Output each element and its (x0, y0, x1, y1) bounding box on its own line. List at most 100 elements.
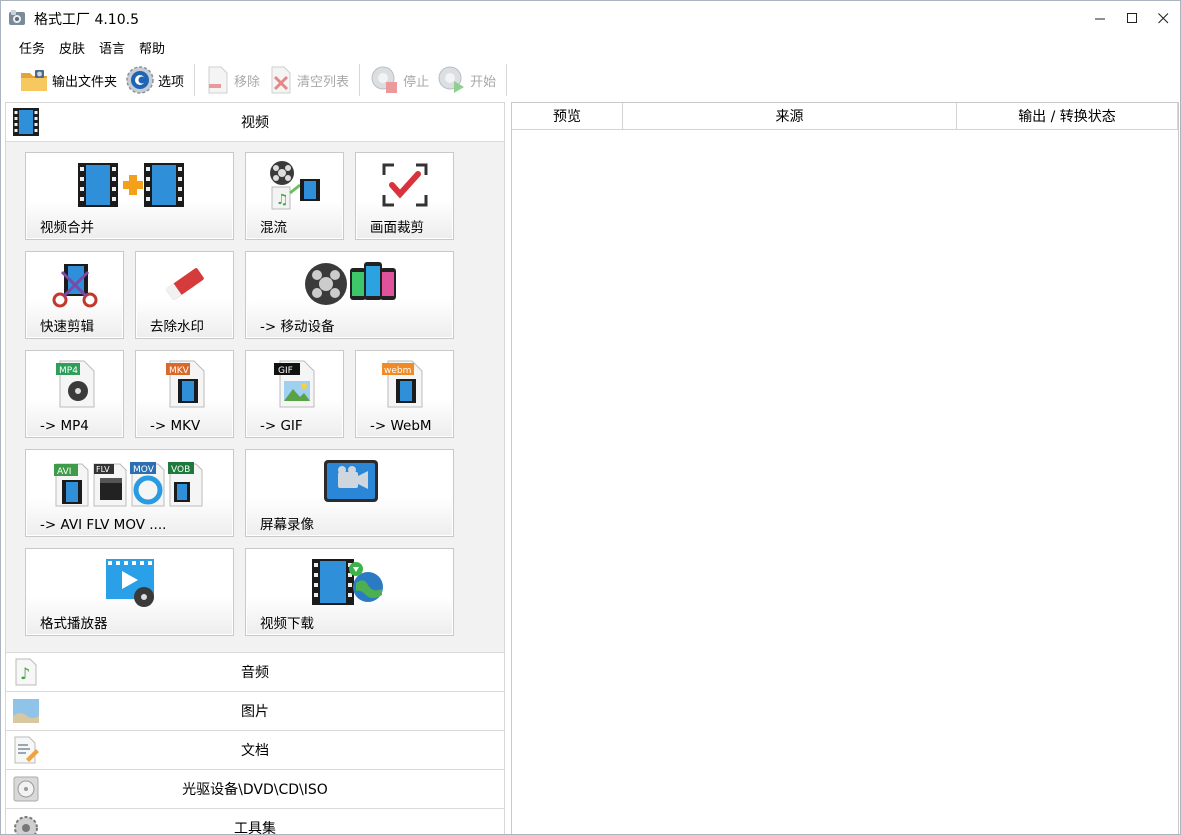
gif-badge: GIF (278, 366, 293, 376)
menu-language[interactable]: 语言 (92, 35, 132, 57)
mux-icon: ♫ (270, 161, 320, 210)
menu-bar: 任务 皮肤 语言 帮助 (1, 35, 1180, 57)
clear-list-button[interactable]: 清空列表 (264, 61, 353, 99)
tile-mp4[interactable]: MP4 -> MP4 (25, 350, 124, 438)
video-tools-grid: 视频合并 ♫ 混流 画面裁剪 快速剪辑 去除水印 -> 移动设备 MP4 -> … (6, 142, 504, 653)
tile-mp4-label: -> MP4 (40, 418, 89, 434)
maximize-button[interactable] (1117, 1, 1147, 35)
menu-skin[interactable]: 皮肤 (52, 35, 92, 57)
tile-gif[interactable]: GIF -> GIF (245, 350, 344, 438)
clear-list-label: 清空列表 (297, 74, 350, 90)
category-rom-device[interactable]: 光驱设备\DVD\CD\ISO (6, 770, 504, 809)
screen-record-icon (324, 460, 378, 502)
tile-video-merge-label: 视频合并 (40, 220, 94, 236)
mov-badge: MOV (133, 465, 155, 475)
tile-crop[interactable]: 画面裁剪 (355, 152, 454, 240)
close-icon (1157, 12, 1168, 23)
column-output-status[interactable]: 输出 / 转换状态 (957, 103, 1178, 130)
category-tools[interactable]: 工具集 (6, 809, 504, 835)
minimize-button[interactable] (1085, 1, 1115, 35)
tile-gif-label: -> GIF (260, 418, 303, 434)
tile-format-player-label: 格式播放器 (40, 616, 108, 632)
menu-help[interactable]: 帮助 (132, 35, 172, 57)
toolbar: 输出文件夹 选项 移除 清空列表 停止 开始 (1, 61, 1180, 99)
column-source[interactable]: 来源 (623, 103, 957, 130)
toolbox-icon (14, 816, 38, 834)
tile-video-download[interactable]: 视频下载 (245, 548, 454, 636)
options-button[interactable]: 选项 (121, 61, 188, 99)
remove-file-icon (208, 66, 228, 94)
stop-icon (371, 66, 398, 93)
tile-crop-label: 画面裁剪 (370, 220, 424, 236)
category-document-label: 文档 (241, 743, 269, 759)
music-note-icon: ♪ (15, 658, 37, 686)
toolbar-divider (506, 64, 508, 96)
tile-mkv-label: -> MKV (150, 418, 201, 434)
tile-mobile-device-label: -> 移动设备 (260, 319, 335, 335)
multi-format-icon: AVI FLV MOV VOB (54, 462, 203, 507)
category-tools-label: 工具集 (234, 821, 276, 835)
stop-label: 停止 (403, 74, 430, 90)
webm-file-icon: webm (382, 360, 423, 408)
tile-remove-watermark[interactable]: 去除水印 (135, 251, 234, 339)
start-icon (438, 66, 465, 93)
column-preview[interactable]: 预览 (512, 103, 623, 130)
category-audio[interactable]: ♪ 音频 (6, 653, 504, 692)
mkv-file-icon: MKV (166, 360, 205, 408)
output-folder-button[interactable]: 输出文件夹 (15, 61, 121, 99)
tile-video-merge[interactable]: 视频合并 (25, 152, 234, 240)
disc-drive-icon (13, 776, 39, 802)
avi-badge: AVI (57, 467, 71, 477)
video-download-icon (312, 559, 383, 605)
close-button[interactable] (1148, 1, 1178, 35)
tile-screen-record-label: 屏幕录像 (260, 517, 314, 533)
maximize-icon (1126, 12, 1137, 23)
tile-avi-flv-mov-label: -> AVI FLV MOV .... (40, 517, 167, 533)
crop-check-icon (382, 163, 428, 207)
tile-remove-watermark-label: 去除水印 (150, 319, 204, 335)
webm-badge: webm (384, 366, 411, 376)
tile-avi-flv-mov[interactable]: AVI FLV MOV VOB -> AVI FLV MOV .... (25, 449, 234, 537)
tile-mkv[interactable]: MKV -> MKV (135, 350, 234, 438)
clear-list-icon (271, 66, 291, 94)
tile-quick-clip[interactable]: 快速剪辑 (25, 251, 124, 339)
tile-webm[interactable]: webm -> WebM (355, 350, 454, 438)
mp4-badge: MP4 (59, 366, 78, 376)
category-pane: 视频 视频合并 ♫ 混流 画面裁剪 快速剪辑 去除水印 -> 移动设备 MP4 … (5, 102, 505, 835)
eraser-icon (165, 268, 204, 301)
mobile-devices-icon (305, 262, 396, 305)
tile-screen-record[interactable]: 屏幕录像 (245, 449, 454, 537)
task-list: 预览 来源 输出 / 转换状态 (511, 102, 1179, 834)
svg-text:♪: ♪ (20, 664, 30, 683)
remove-label: 移除 (234, 74, 261, 90)
player-icon (106, 559, 154, 607)
document-icon (14, 736, 39, 764)
mp4-file-icon: MP4 (56, 360, 95, 408)
title-bar: 格式工厂 4.10.5 (1, 1, 1180, 35)
tile-format-player[interactable]: 格式播放器 (25, 548, 234, 636)
flv-badge: FLV (96, 465, 110, 474)
category-audio-label: 音频 (241, 665, 269, 681)
options-label: 选项 (158, 74, 185, 90)
video-merge-icon (78, 163, 184, 207)
gif-file-icon: GIF (274, 360, 315, 408)
tile-mux[interactable]: ♫ 混流 (245, 152, 344, 240)
category-document[interactable]: 文档 (6, 731, 504, 770)
tile-quick-clip-label: 快速剪辑 (40, 319, 94, 335)
scissors-film-icon (52, 264, 98, 308)
folder-icon (21, 70, 47, 91)
tile-mobile-device[interactable]: -> 移动设备 (245, 251, 454, 339)
category-image-label: 图片 (241, 704, 269, 720)
category-image[interactable]: 图片 (6, 692, 504, 731)
start-button[interactable]: 开始 (433, 61, 500, 99)
tile-webm-label: -> WebM (370, 418, 432, 434)
menu-task[interactable]: 任务 (12, 35, 52, 57)
category-video-label: 视频 (241, 115, 269, 131)
mkv-badge: MKV (169, 366, 190, 376)
stop-button[interactable]: 停止 (366, 61, 433, 99)
remove-button[interactable]: 移除 (201, 61, 264, 99)
category-video[interactable]: 视频 (6, 103, 504, 142)
format-factory-logo-icon (9, 10, 25, 25)
toolbar-divider (194, 64, 196, 96)
toolbar-divider (359, 64, 361, 96)
